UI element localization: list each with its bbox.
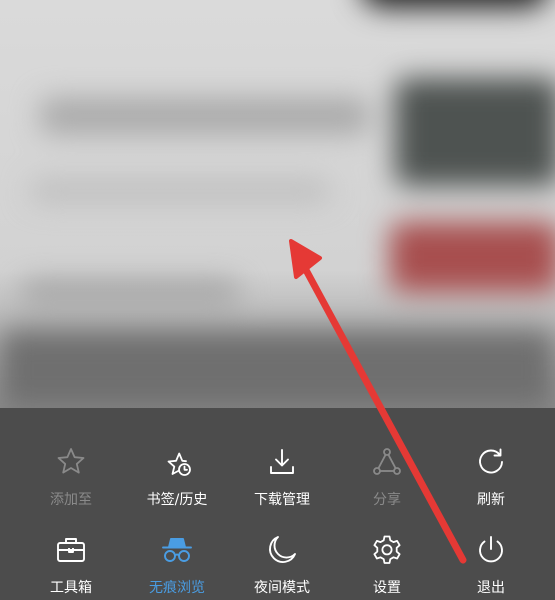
menu-item-add-to[interactable]: 添加至 (21, 432, 121, 510)
menu-item-share[interactable]: 分享 (337, 432, 437, 510)
moon-icon (269, 536, 296, 563)
blurred-text-block (20, 280, 240, 306)
menu-item-night-mode[interactable]: 夜间模式 (232, 520, 332, 598)
menu-item-label: 下载管理 (254, 492, 310, 508)
refresh-icon (479, 448, 503, 474)
menu-item-label: 添加至 (50, 492, 92, 508)
download-icon (270, 449, 294, 474)
menu-item-label: 设置 (373, 580, 401, 596)
menu-item-label: 退出 (477, 580, 505, 596)
menu-item-refresh[interactable]: 刷新 (441, 432, 541, 510)
menu-item-label: 工具箱 (50, 580, 92, 596)
star-clock-icon (167, 452, 191, 476)
toolbox-icon (57, 538, 85, 562)
blurred-red-block (390, 222, 555, 292)
blurred-header-shape (360, 0, 550, 8)
incognito-icon (162, 538, 192, 562)
gear-icon (373, 535, 401, 564)
menu-item-label: 书签/历史 (146, 492, 208, 508)
menu-item-toolbox[interactable]: 工具箱 (21, 520, 121, 598)
blurred-dark-band (0, 330, 555, 410)
menu-item-label: 分享 (373, 492, 401, 508)
blurred-text-block (30, 180, 330, 202)
menu-item-settings[interactable]: 设置 (337, 520, 437, 598)
menu-item-download-manager[interactable]: 下载管理 (232, 432, 332, 510)
star-outline-icon (57, 448, 85, 474)
blurred-text-block (40, 98, 370, 134)
blurred-image-block (395, 78, 555, 186)
menu-item-label: 无痕浏览 (149, 580, 205, 596)
browser-screen: 添加至 书签/历史 下载管理 分享 刷新 工具箱 无痕浏览 夜间模式 设置 退出 (0, 0, 555, 600)
menu-item-label: 刷新 (477, 492, 505, 508)
share-icon (373, 448, 401, 475)
menu-item-exit[interactable]: 退出 (441, 520, 541, 598)
browser-menu-panel: 添加至 书签/历史 下载管理 分享 刷新 工具箱 无痕浏览 夜间模式 设置 退出 (0, 408, 555, 600)
power-icon (479, 536, 503, 563)
menu-item-incognito-browsing[interactable]: 无痕浏览 (127, 520, 227, 598)
menu-item-bookmarks-history[interactable]: 书签/历史 (127, 432, 227, 510)
menu-item-label: 夜间模式 (254, 580, 310, 596)
